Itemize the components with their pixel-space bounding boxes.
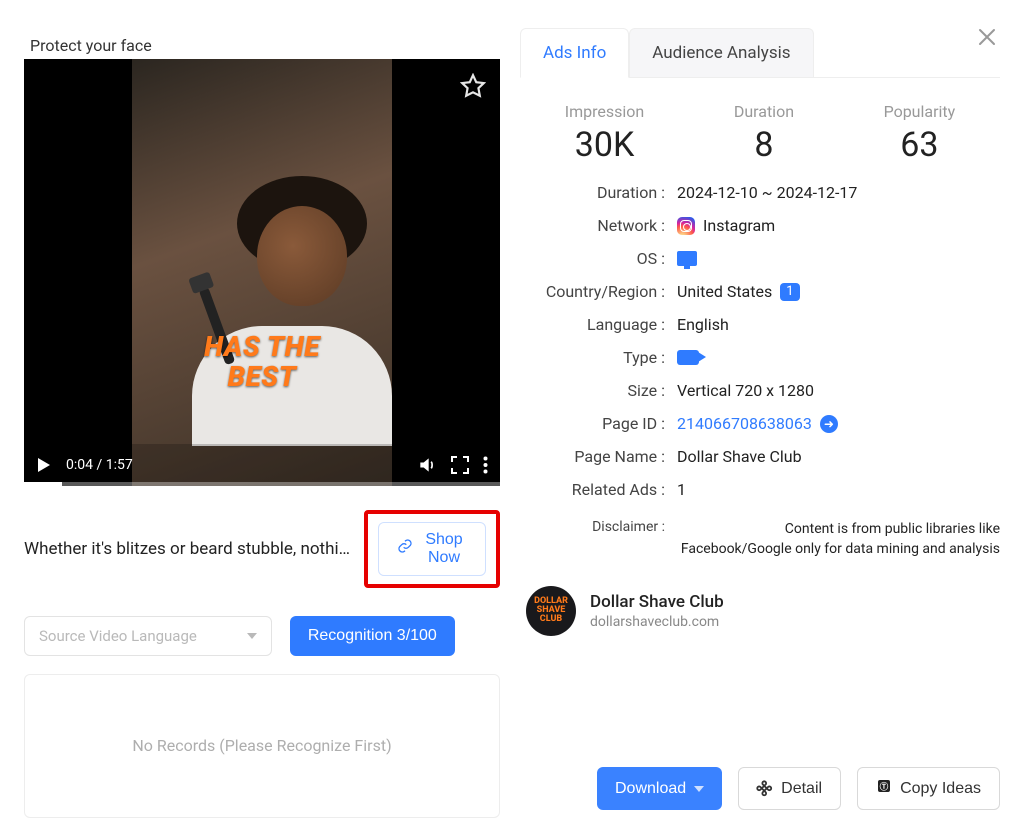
recognition-button[interactable]: Recognition 3/100 bbox=[290, 616, 455, 656]
label-type: Type : bbox=[520, 348, 665, 367]
value-disclaimer: Content is from public libraries like Fa… bbox=[677, 519, 1000, 560]
value-language: English bbox=[677, 315, 729, 334]
stat-impression: Impression 30K bbox=[565, 102, 645, 165]
video-progress[interactable] bbox=[24, 482, 500, 486]
advertiser-url[interactable]: dollarshaveclub.com bbox=[590, 614, 724, 630]
link-icon bbox=[397, 538, 413, 559]
tabs: Ads Info Audience Analysis bbox=[520, 28, 1000, 78]
desktop-icon bbox=[677, 251, 697, 266]
close-icon[interactable] bbox=[978, 28, 996, 50]
value-pageid[interactable]: 214066708638063 bbox=[677, 414, 812, 433]
video-player[interactable]: HAS THE BEST 0:04 / 1:57 bbox=[24, 59, 500, 486]
chevron-down-icon bbox=[247, 633, 257, 639]
country-count-badge: 1 bbox=[780, 283, 799, 301]
favorite-star-icon[interactable] bbox=[460, 73, 486, 103]
instagram-icon bbox=[677, 217, 695, 235]
play-button[interactable] bbox=[36, 457, 52, 473]
label-network: Network : bbox=[520, 216, 665, 235]
shop-now-button[interactable]: Shop Now bbox=[378, 522, 486, 576]
copy-ideas-button[interactable]: Ⓣ Copy Ideas bbox=[857, 767, 1000, 810]
label-language: Language : bbox=[520, 315, 665, 334]
video-subject bbox=[182, 166, 377, 446]
label-disclaimer: Disclaimer : bbox=[520, 519, 665, 560]
label-pagename: Page Name : bbox=[520, 447, 665, 466]
detail-button[interactable]: ⌘ Detail bbox=[738, 767, 841, 810]
value-related: 1 bbox=[677, 480, 686, 499]
label-size: Size : bbox=[520, 381, 665, 400]
tab-audience[interactable]: Audience Analysis bbox=[629, 28, 813, 77]
label-duration: Duration : bbox=[520, 183, 665, 202]
label-country: Country/Region : bbox=[520, 282, 665, 301]
value-network: Instagram bbox=[703, 216, 775, 235]
more-icon[interactable] bbox=[483, 456, 488, 474]
label-pageid: Page ID : bbox=[520, 414, 665, 433]
source-language-select[interactable]: Source Video Language bbox=[24, 616, 272, 656]
value-duration: 2024-12-10 ~ 2024-12-17 bbox=[677, 183, 857, 202]
value-country: United States bbox=[677, 282, 772, 301]
stat-duration: Duration 8 bbox=[734, 102, 794, 165]
chevron-down-icon bbox=[694, 786, 704, 792]
value-pagename: Dollar Shave Club bbox=[677, 447, 802, 466]
value-size: Vertical 720 x 1280 bbox=[677, 381, 814, 400]
records-empty: No Records (Please Recognize First) bbox=[24, 674, 500, 818]
tab-ads-info[interactable]: Ads Info bbox=[520, 28, 629, 78]
video-type-icon bbox=[677, 350, 699, 365]
cta-highlight: Shop Now bbox=[364, 510, 500, 588]
volume-icon[interactable] bbox=[417, 455, 437, 475]
open-page-icon[interactable]: ➜ bbox=[820, 415, 838, 433]
advertiser-name[interactable]: Dollar Shave Club bbox=[590, 592, 724, 612]
video-time: 0:04 / 1:57 bbox=[66, 457, 133, 473]
svg-text:Ⓣ: Ⓣ bbox=[880, 780, 889, 791]
ad-title: Protect your face bbox=[30, 36, 500, 55]
fullscreen-icon[interactable] bbox=[451, 456, 469, 474]
download-button[interactable]: Download bbox=[597, 767, 722, 810]
ad-caption: Whether it's blitzes or beard stubble, n… bbox=[24, 539, 354, 559]
label-os: OS : bbox=[520, 249, 665, 268]
video-controls: 0:04 / 1:57 bbox=[24, 444, 500, 486]
advertiser-avatar[interactable]: DOLLAR SHAVE CLUB bbox=[526, 586, 576, 636]
copy-icon: Ⓣ bbox=[876, 778, 892, 799]
label-related: Related Ads : bbox=[520, 480, 665, 499]
source-language-placeholder: Source Video Language bbox=[39, 627, 197, 645]
video-still: HAS THE BEST bbox=[132, 59, 392, 486]
stat-popularity: Popularity 63 bbox=[884, 102, 956, 165]
link-icon: ⌘ bbox=[752, 776, 777, 801]
shop-now-label: Shop Now bbox=[421, 531, 467, 567]
video-overlay-text: HAS THE BEST bbox=[132, 332, 392, 391]
